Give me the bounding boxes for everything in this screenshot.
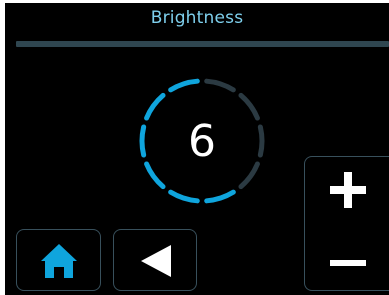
brightness-stepper bbox=[304, 156, 389, 291]
increase-button[interactable] bbox=[305, 157, 389, 223]
back-button[interactable] bbox=[113, 229, 197, 291]
minus-icon bbox=[330, 260, 366, 266]
back-triangle-icon bbox=[141, 245, 171, 277]
page-title: Brightness bbox=[150, 8, 244, 28]
home-icon bbox=[41, 244, 77, 278]
title-underline bbox=[16, 41, 389, 47]
plus-icon bbox=[330, 172, 366, 208]
home-button[interactable] bbox=[16, 229, 101, 291]
device-screen: Brightness 6 bbox=[5, 3, 389, 295]
brightness-value: 6 bbox=[188, 115, 216, 167]
decrease-button[interactable] bbox=[305, 223, 389, 291]
brightness-dial: 6 bbox=[132, 71, 272, 211]
